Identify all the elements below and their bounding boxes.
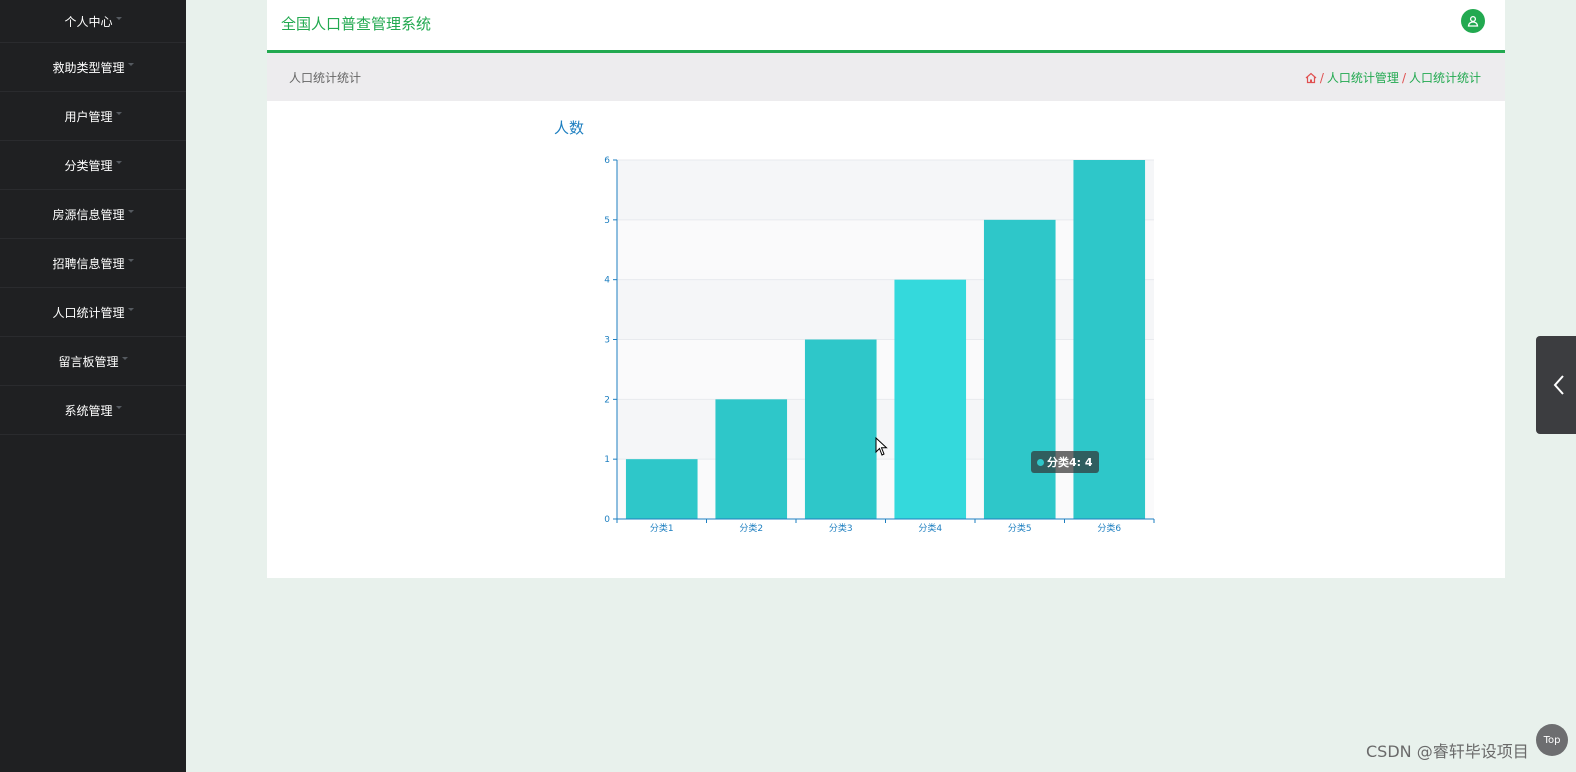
bar	[894, 279, 967, 519]
sidebar-item-label: 房源信息管理	[52, 207, 125, 222]
home-icon[interactable]	[1305, 72, 1317, 84]
caret-down-icon	[115, 405, 122, 409]
y-tick-label: 4	[604, 276, 610, 286]
breadcrumb-separator: /	[1319, 70, 1324, 85]
back-to-top-label: Top	[1543, 734, 1561, 746]
y-tick-label: 3	[604, 336, 610, 346]
x-tick-label: 分类6	[1097, 522, 1121, 534]
sidebar-item-label: 用户管理	[64, 109, 113, 124]
chart-tooltip: 分类4: 4	[1031, 451, 1099, 473]
watermark: CSDN @睿轩毕设项目	[1366, 742, 1529, 761]
chevron-left-icon	[1553, 375, 1564, 395]
sidebar-item-label: 个人中心	[64, 14, 113, 29]
grid-band	[617, 279, 1154, 340]
caret-down-icon	[127, 62, 134, 66]
caret-down-icon	[115, 160, 122, 164]
x-tick-label: 分类5	[1008, 522, 1032, 534]
bar	[625, 459, 698, 519]
caret-down-icon	[115, 16, 122, 20]
top-header: 全国人口普查管理系统	[267, 0, 1505, 53]
sidebar-item-population-stats[interactable]: 人口统计管理	[0, 288, 186, 337]
breadcrumb-bar: 人口统计统计 / 人口统计管理 / 人口统计统计	[267, 53, 1505, 101]
sidebar-item-label: 系统管理	[64, 403, 113, 418]
breadcrumb-item-population-management[interactable]: 人口统计管理	[1327, 69, 1399, 86]
sidebar-item-aid-type[interactable]: 救助类型管理	[0, 43, 186, 92]
sidebar-item-profile[interactable]: 个人中心	[0, 0, 186, 43]
bar	[715, 399, 788, 519]
app-title: 全国人口普查管理系统	[281, 15, 432, 33]
caret-down-icon	[127, 209, 134, 213]
sidebar-item-label: 分类管理	[64, 158, 113, 173]
bar	[983, 219, 1056, 519]
y-tick-label: 1	[604, 455, 610, 465]
caret-down-icon	[127, 258, 134, 262]
caret-down-icon	[121, 356, 128, 360]
x-tick-label: 分类2	[739, 522, 763, 534]
caret-down-icon	[115, 111, 122, 115]
tooltip-text: 分类4: 4	[1047, 456, 1093, 469]
x-tick-label: 分类3	[829, 522, 853, 534]
y-tick-label: 0	[604, 515, 610, 525]
grid-band	[617, 160, 1154, 220]
caret-down-icon	[127, 307, 134, 311]
bar-chart: 0 1 2 3 4 5 6 分类1 分类2 分类3 分类4 分类5 分类6	[604, 156, 1155, 534]
grid-band	[617, 339, 1154, 400]
sidebar-item-label: 招聘信息管理	[52, 256, 125, 271]
side-panel-toggle[interactable]	[1536, 336, 1576, 434]
sidebar: 个人中心 救助类型管理 用户管理 分类管理 房源信息管理 招聘信息管理 人口统计…	[0, 0, 186, 772]
grid-band	[617, 219, 1154, 280]
chart-panel: 人数 0 1 2 3 4 5 6 分类1 分类2 分类3 分类4 分类5 分类6	[267, 101, 1505, 578]
page-title: 人口统计统计	[289, 71, 362, 85]
user-icon	[1467, 15, 1479, 27]
user-avatar-button[interactable]	[1461, 9, 1485, 33]
sidebar-item-system[interactable]: 系统管理	[0, 386, 186, 435]
breadcrumb: / 人口统计管理 / 人口统计统计	[1305, 69, 1481, 86]
back-to-top-button[interactable]: Top	[1536, 724, 1568, 756]
bar	[804, 339, 877, 519]
sidebar-item-users[interactable]: 用户管理	[0, 92, 186, 141]
sidebar-item-recruitment[interactable]: 招聘信息管理	[0, 239, 186, 288]
y-tick-label: 5	[604, 216, 610, 226]
sidebar-item-message-board[interactable]: 留言板管理	[0, 337, 186, 386]
x-tick-label: 分类4	[918, 522, 942, 534]
breadcrumb-separator: /	[1401, 70, 1406, 85]
sidebar-item-label: 救助类型管理	[52, 60, 125, 75]
tooltip-series-dot	[1037, 458, 1044, 466]
breadcrumb-item-population-stats[interactable]: 人口统计统计	[1409, 69, 1481, 86]
y-tick-label: 2	[604, 395, 610, 405]
mouse-cursor-icon	[875, 437, 888, 456]
sidebar-item-label: 人口统计管理	[52, 305, 125, 320]
y-tick-label: 6	[604, 156, 610, 166]
x-tick-label: 分类1	[650, 522, 674, 534]
sidebar-item-category[interactable]: 分类管理	[0, 141, 186, 190]
sidebar-item-label: 留言板管理	[58, 354, 119, 369]
sidebar-item-housing[interactable]: 房源信息管理	[0, 190, 186, 239]
